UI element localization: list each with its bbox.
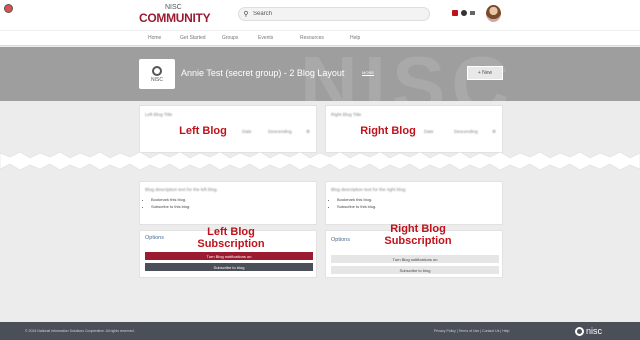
nav-item-4[interactable]: Events xyxy=(258,35,273,41)
search-box[interactable]: ⚲ xyxy=(238,7,430,21)
notification-icon[interactable] xyxy=(461,10,467,16)
left-sub-label-2: Subscription xyxy=(197,238,265,250)
left-blog-info: Blog description text for the left blog.… xyxy=(139,181,317,225)
search-input[interactable] xyxy=(253,11,423,17)
app-badge-icon[interactable] xyxy=(4,4,13,13)
page-title: Annie Test (secret group) - 2 Blog Layou… xyxy=(181,68,345,78)
more-link[interactable]: MORE xyxy=(362,70,374,76)
left-subscribe-link[interactable]: Subscribe to this blog. xyxy=(151,203,190,210)
left-subscription-label: Left Blog Subscription xyxy=(186,226,276,250)
footer-copyright: © 2024 National Information Solutions Co… xyxy=(25,329,135,333)
right-subscribe-button[interactable]: Subscribe to blog xyxy=(331,266,499,274)
right-blog-label: Right Blog xyxy=(360,125,416,137)
nav-item-3[interactable]: Groups xyxy=(222,35,238,41)
right-blog-actions: Bookmark this blog. Subscribe to this bl… xyxy=(331,196,376,210)
main-nav: Home Get Started Groups Events Resources… xyxy=(0,30,640,46)
right-sub-label-1: Right Blog xyxy=(390,223,446,235)
group-logo: NISC xyxy=(139,59,175,89)
nav-item-1[interactable]: Home xyxy=(148,35,161,41)
footer-logo[interactable]: nisc xyxy=(575,326,602,336)
new-button[interactable]: + New xyxy=(467,66,503,80)
search-icon[interactable]: ⚲ xyxy=(239,10,253,18)
left-sub-label-1: Left Blog xyxy=(207,226,255,238)
footer-logo-text: nisc xyxy=(586,326,603,336)
footer-links[interactable]: Privacy Policy | Terms of Use | Contact … xyxy=(434,329,509,333)
page-footer: © 2024 National Information Solutions Co… xyxy=(0,322,640,340)
flag-icon[interactable] xyxy=(452,10,458,16)
top-header: NISC COMMUNITY ⚲ xyxy=(0,0,640,30)
brand-top-text: NISC xyxy=(165,4,182,11)
right-blog-desc: Blog description text for the right blog… xyxy=(331,187,407,192)
message-icon[interactable] xyxy=(470,11,475,15)
left-settings-icon[interactable]: ⚙ xyxy=(306,129,310,135)
group-logo-text: NISC xyxy=(151,76,163,83)
avatar[interactable] xyxy=(486,5,501,22)
nav-item-2[interactable]: Get Started xyxy=(180,35,206,41)
left-bookmark-link[interactable]: Bookmark this blog. xyxy=(151,196,190,203)
left-subscribe-button[interactable]: Subscribe to blog xyxy=(145,263,313,271)
torn-edge-divider xyxy=(0,151,640,171)
nisc-footer-icon xyxy=(575,326,584,336)
nisc-logo-icon xyxy=(152,65,162,76)
right-sub-label-2: Subscription xyxy=(384,235,452,247)
nav-item-5[interactable]: Resources xyxy=(300,35,324,41)
right-subscribe-link[interactable]: Subscribe to this blog. xyxy=(337,203,376,210)
right-blog-title[interactable]: Right Blog Title xyxy=(331,112,361,117)
left-blog-desc: Blog description text for the left blog. xyxy=(145,187,218,192)
left-sort-select[interactable]: Date xyxy=(242,129,252,134)
right-sort-select[interactable]: Date xyxy=(424,129,434,134)
left-blog-label: Left Blog xyxy=(179,125,227,137)
left-notify-button[interactable]: Turn Blog notifications on xyxy=(145,252,313,260)
group-hero: NISC NISC Annie Test (secret group) - 2 … xyxy=(0,47,640,101)
left-blog-actions: Bookmark this blog. Subscribe to this bl… xyxy=(145,196,190,210)
right-blog-info: Blog description text for the right blog… xyxy=(325,181,503,225)
left-order-select[interactable]: Descending xyxy=(268,129,292,134)
right-bookmark-link[interactable]: Bookmark this blog. xyxy=(337,196,376,203)
right-settings-icon[interactable]: ⚙ xyxy=(492,129,496,135)
left-options-title: Options xyxy=(145,235,164,241)
brand-main-text: COMMUNITY xyxy=(139,11,211,25)
right-subscription-label: Right Blog Subscription xyxy=(372,223,464,247)
left-blog-title[interactable]: Left Blog Title xyxy=(145,112,172,117)
header-icons xyxy=(452,10,475,16)
right-order-select[interactable]: Descending xyxy=(454,129,478,134)
nav-item-6[interactable]: Help xyxy=(350,35,360,41)
right-notify-button[interactable]: Turn Blog notifications on xyxy=(331,255,499,263)
right-options-title: Options xyxy=(331,237,350,243)
